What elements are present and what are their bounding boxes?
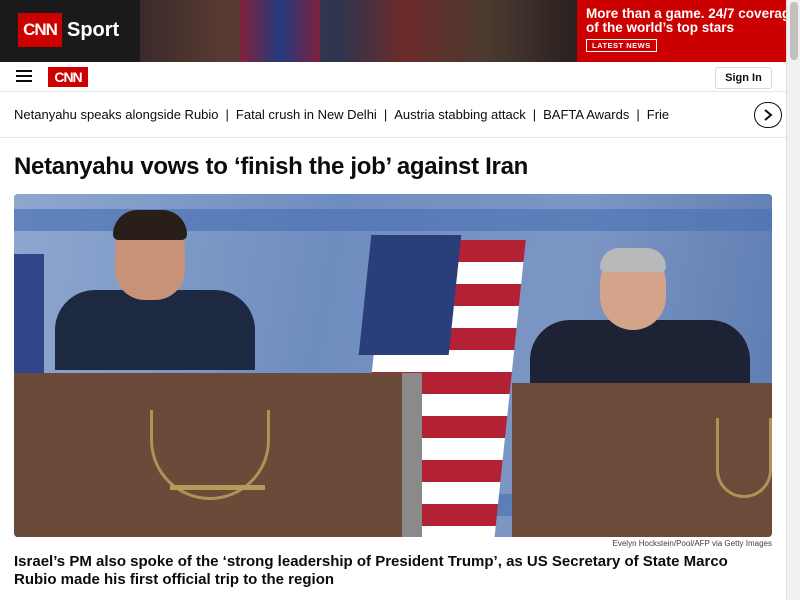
- ad-headline-line1: More than a game. 24/7 coverage: [586, 6, 786, 21]
- trending-item[interactable]: Fatal crush in New Delhi: [236, 107, 377, 122]
- ad-player-image: [240, 0, 320, 62]
- trending-separator: |: [532, 107, 537, 122]
- ad-photo: [140, 0, 577, 62]
- trending-item[interactable]: Netanyahu speaks alongside Rubio: [14, 107, 219, 122]
- site-header: CNN Sign In: [0, 62, 786, 92]
- trending-item[interactable]: Frie: [647, 107, 669, 122]
- trending-separator: |: [636, 107, 640, 122]
- ad-cnn-logo: CNN: [18, 13, 62, 47]
- ad-latest-news-button[interactable]: LATEST NEWS: [586, 39, 657, 52]
- chevron-right-icon: [764, 109, 773, 121]
- trending-separator: |: [225, 107, 229, 122]
- ad-section-label: Sport: [67, 19, 120, 41]
- trending-separator: |: [383, 107, 388, 122]
- ad-promo-panel[interactable]: More than a game. 24/7 coverage of the w…: [577, 0, 786, 62]
- ad-headline-line2: of the world’s top stars: [586, 20, 735, 35]
- article-headline[interactable]: Netanyahu vows to ‘finish the job’ again…: [14, 153, 528, 181]
- sign-in-button[interactable]: Sign In: [715, 67, 772, 89]
- menu-icon[interactable]: [16, 70, 32, 82]
- trending-list: Netanyahu speaks alongside Rubio | Fatal c…: [14, 107, 669, 122]
- trending-bar: Netanyahu speaks alongside Rubio | Fatal c…: [0, 92, 786, 138]
- cnn-logo[interactable]: CNN: [48, 67, 88, 87]
- trending-item[interactable]: Austria stabbing attack: [394, 107, 526, 122]
- trending-item[interactable]: BAFTA Awards: [543, 107, 629, 122]
- hero-image[interactable]: [14, 194, 772, 537]
- scrollbar-thumb[interactable]: [790, 2, 798, 60]
- trending-next-button[interactable]: [754, 102, 782, 128]
- ad-banner[interactable]: CNN Sport More than a game. 24/7 coverag…: [0, 0, 786, 62]
- trending-fade: [700, 92, 755, 136]
- page-scrollbar[interactable]: [786, 0, 800, 600]
- photo-credit: Evelyn Hockstein/Pool/AFP via Getty Imag…: [612, 539, 772, 548]
- image-caption: Israel’s PM also spoke of the ‘strong le…: [14, 553, 728, 588]
